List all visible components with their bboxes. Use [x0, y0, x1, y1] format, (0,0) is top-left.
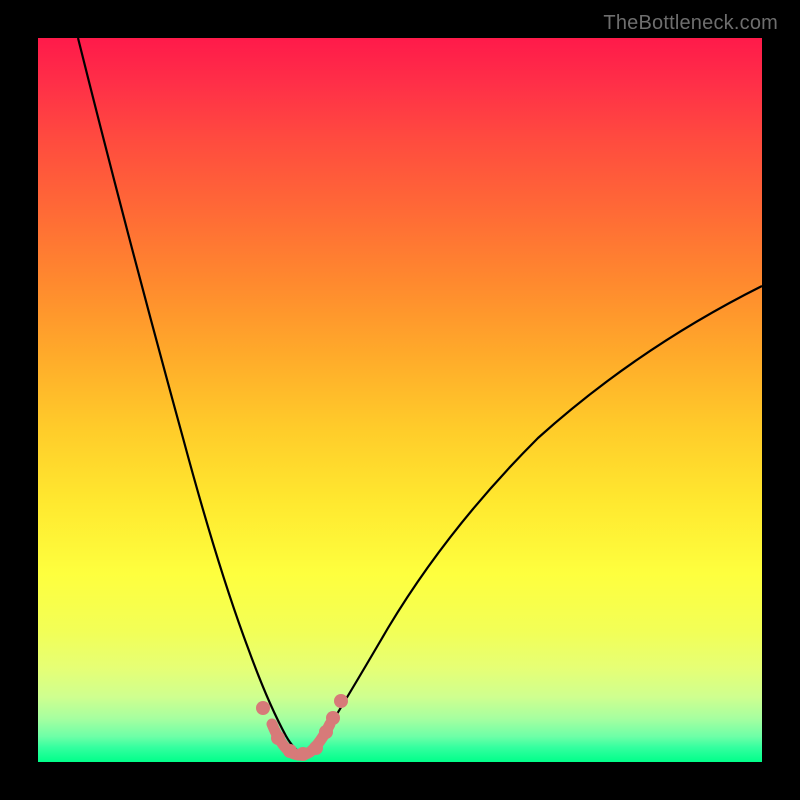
bead-dot	[319, 725, 333, 739]
bead-dot	[283, 744, 297, 758]
bead-dot	[271, 731, 285, 745]
chart-stage: TheBottleneck.com	[0, 0, 800, 800]
bead-dot	[296, 747, 310, 761]
bead-dot	[309, 741, 323, 755]
bottleneck-curve-right	[303, 286, 762, 754]
bead-dot	[256, 701, 270, 715]
bead-dot	[334, 694, 348, 708]
plot-area	[38, 38, 762, 762]
attribution-watermark: TheBottleneck.com	[603, 12, 778, 35]
bead-dot	[326, 711, 340, 725]
curve-layer	[38, 38, 762, 762]
bottleneck-curve-left	[78, 38, 303, 754]
